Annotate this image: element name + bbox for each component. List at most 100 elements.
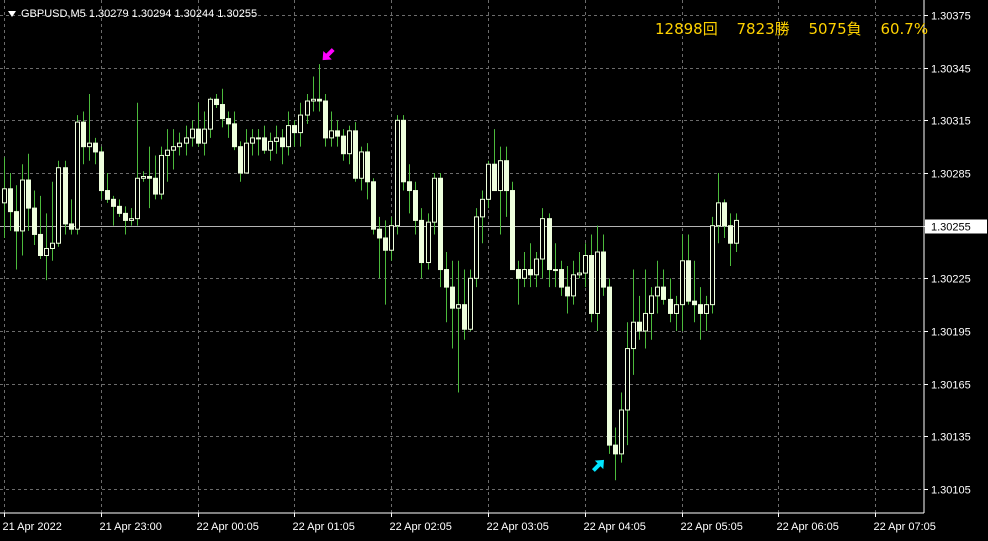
candle-body-bear	[528, 269, 533, 276]
time-tick-label: 22 Apr 06:05	[777, 521, 839, 533]
symbol-info: GBPUSD,M5 1.30279 1.30294 1.30244 1.3025…	[8, 8, 257, 20]
candle-body-bear	[438, 177, 443, 271]
candle-body-bull	[44, 247, 49, 257]
candle-body-bull	[177, 142, 182, 148]
candle-body-bull	[274, 137, 279, 142]
candle-body-bear	[14, 211, 19, 232]
candle-body-bull	[50, 242, 55, 249]
price-tick-label: 1.30135	[931, 432, 971, 444]
candle-body-bull	[553, 269, 558, 272]
candle-body-bear	[123, 212, 128, 221]
candle-body-bear	[262, 137, 267, 151]
candle-body-bear	[341, 135, 346, 155]
candle-body-bear	[722, 202, 727, 227]
candle-body-bull	[625, 348, 630, 411]
candle-body-bear	[93, 142, 98, 153]
candle-body-bull	[522, 269, 527, 279]
candle-body-bull	[250, 137, 255, 144]
candle-body-bear	[280, 137, 285, 148]
candle-body-bear	[238, 146, 243, 174]
candle-body-bear	[232, 123, 237, 148]
candle-body-bear	[292, 125, 297, 134]
candle-body-bull	[710, 225, 715, 306]
stats-wins: 7823勝	[736, 20, 790, 38]
candle-body-bear	[413, 190, 418, 221]
candle-body-bear	[26, 179, 31, 209]
candle-body-bear	[153, 177, 158, 195]
candle-body-bull	[619, 409, 624, 455]
time-tick-label: 22 Apr 07:05	[874, 521, 936, 533]
candle-body-bear	[117, 205, 122, 214]
candle-body-bull	[716, 202, 721, 227]
candle-body-bear	[371, 181, 376, 230]
candle-body-bear	[559, 269, 564, 288]
price-tick-label: 1.30345	[931, 64, 971, 76]
candle-body-bear	[589, 255, 594, 314]
candle-body-bear	[444, 269, 449, 288]
candle-body-bull	[540, 218, 545, 260]
candle-body-bear	[686, 260, 691, 302]
candle-body-bull	[359, 151, 364, 179]
candle-body-bull	[498, 160, 503, 192]
candle-body-bull	[655, 286, 660, 297]
price-axis-bg	[924, 0, 988, 541]
candle-body-bull	[141, 176, 146, 179]
candle-body-bear	[613, 444, 618, 455]
candle-body-bear	[547, 218, 552, 271]
price-tick-label: 1.30105	[931, 485, 971, 497]
candle-body-bear	[401, 119, 406, 183]
candle-body-bear	[8, 188, 13, 213]
candle-body-bear	[492, 163, 497, 192]
candle-body-bear	[365, 151, 370, 183]
candle-body-bull	[87, 142, 92, 148]
candle-body-bear	[323, 100, 328, 139]
candle-body-bear	[111, 198, 116, 207]
candle-body-bull	[395, 119, 400, 227]
candle-body-bear	[105, 190, 110, 200]
candle-body-bull	[165, 149, 170, 156]
price-tick-label: 1.30285	[931, 169, 971, 181]
candle-body-bear	[63, 167, 68, 225]
candle-body-bull	[256, 137, 261, 140]
candle-body-bear	[99, 151, 104, 192]
candle-body-bear	[504, 160, 509, 192]
candle-body-bear	[510, 190, 515, 271]
time-tick-label: 22 Apr 00:05	[197, 521, 259, 533]
candle-body-bear	[196, 128, 201, 144]
current-price-label: 1.30255	[931, 222, 971, 234]
time-tick-label: 22 Apr 03:05	[487, 521, 549, 533]
candle-body-bull	[329, 130, 334, 139]
candle-body-bear	[353, 130, 358, 179]
time-tick-label: 22 Apr 04:05	[584, 521, 646, 533]
candle-body-bull	[468, 277, 473, 330]
candle-body-bull	[583, 255, 588, 274]
chart-background	[0, 0, 988, 541]
time-tick-label: 22 Apr 01:05	[293, 521, 355, 533]
candle-body-bull	[129, 218, 134, 221]
candle-body-bull	[202, 128, 207, 144]
candle-body-bear	[607, 286, 612, 446]
stats-losses: 5075負	[808, 20, 862, 38]
time-tick-label: 22 Apr 05:05	[681, 521, 743, 533]
candle-body-bear	[637, 321, 642, 332]
candle-body-bull	[649, 295, 654, 314]
candle-body-bear	[377, 228, 382, 239]
dropdown-triangle-icon[interactable]	[8, 11, 16, 18]
candle-body-bull	[347, 130, 352, 155]
candle-body-bear	[462, 304, 467, 330]
candle-body-bear	[565, 286, 570, 297]
candle-body-bear	[661, 286, 666, 300]
candle-body-bear	[450, 286, 455, 309]
price-tick-label: 1.30225	[931, 274, 971, 286]
candle-body-bear	[226, 118, 231, 125]
price-tick-label: 1.30165	[931, 380, 971, 392]
price-tick-label: 1.30375	[931, 11, 971, 23]
candle-body-bear	[317, 98, 322, 102]
candle-body-bull	[577, 272, 582, 276]
time-tick-label: 21 Apr 2022	[3, 521, 62, 533]
candle-body-bear	[728, 225, 733, 244]
candle-body-bull	[171, 146, 176, 151]
time-tick-label: 22 Apr 02:05	[390, 521, 452, 533]
candle-body-bull	[311, 98, 316, 102]
candle-body-bear	[668, 298, 673, 314]
